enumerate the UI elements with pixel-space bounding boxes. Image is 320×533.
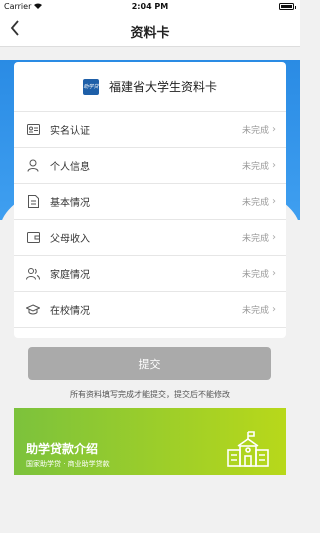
battery-icon [279,3,296,10]
list-item-family-info[interactable]: 家庭情况 未完成 › [14,256,286,292]
list-item-label: 父母收入 [50,234,90,245]
wallet-icon [26,231,40,245]
chevron-right-icon: › [272,304,276,315]
id-card-icon [26,123,40,137]
status-text: 未完成 [241,234,269,244]
card-title: 福建省大学生资料卡 [108,80,217,94]
list-item-real-name[interactable]: 实名认证 未完成 › [14,112,286,148]
app-logo: 助学贷 [82,78,99,95]
submit-note: 所有资料填写完成才能提交，提交后不能修改 [70,390,230,399]
status-text: 未完成 [241,126,269,136]
family-icon [26,267,40,281]
chevron-right-icon: › [272,268,276,279]
profile-card: 助学贷 福建省大学生资料卡 实名认证 未完成 › 个人信息 未完成 › 基本情况… [14,62,286,338]
list-item-label: 实名认证 [50,126,90,137]
clock: 2:04 PM [131,2,169,11]
status-text: 未完成 [241,162,269,172]
graduation-cap-icon [26,303,40,317]
list-item-parent-income[interactable]: 父母收入 未完成 › [14,220,286,256]
navigation-bar: 资料卡 [0,14,300,47]
list-item-label: 基本情况 [50,198,90,209]
person-icon [26,159,40,173]
list-item-label: 在校情况 [50,306,90,317]
chevron-right-icon: › [272,124,276,135]
chevron-right-icon: › [272,160,276,171]
status-text: 未完成 [241,270,269,280]
document-icon [26,195,40,209]
status-text: 未完成 [241,198,269,208]
list-item-school-info[interactable]: 在校情况 未完成 › [14,292,286,328]
loan-intro-banner[interactable]: 助学贷款介绍 国家助学贷 · 商业助学贷款 [14,408,286,475]
status-bar: Carrier 2:04 PM [0,0,300,14]
list-item-label: 家庭情况 [50,270,90,281]
card-header: 助学贷 福建省大学生资料卡 [14,62,286,112]
list-item-personal-info[interactable]: 个人信息 未完成 › [14,148,286,184]
banner-title: 助学贷款介绍 [26,442,99,456]
chevron-right-icon: › [272,232,276,243]
list-item-label: 个人信息 [50,162,90,173]
school-building-icon [226,430,270,468]
status-text: 未完成 [241,306,269,316]
list-item-basic-info[interactable]: 基本情况 未完成 › [14,184,286,220]
page-title: 资料卡 [130,26,170,41]
chevron-right-icon: › [272,196,276,207]
banner-subtitle: 国家助学贷 · 商业助学贷款 [26,460,110,468]
submit-button[interactable]: 提交 [28,347,271,380]
